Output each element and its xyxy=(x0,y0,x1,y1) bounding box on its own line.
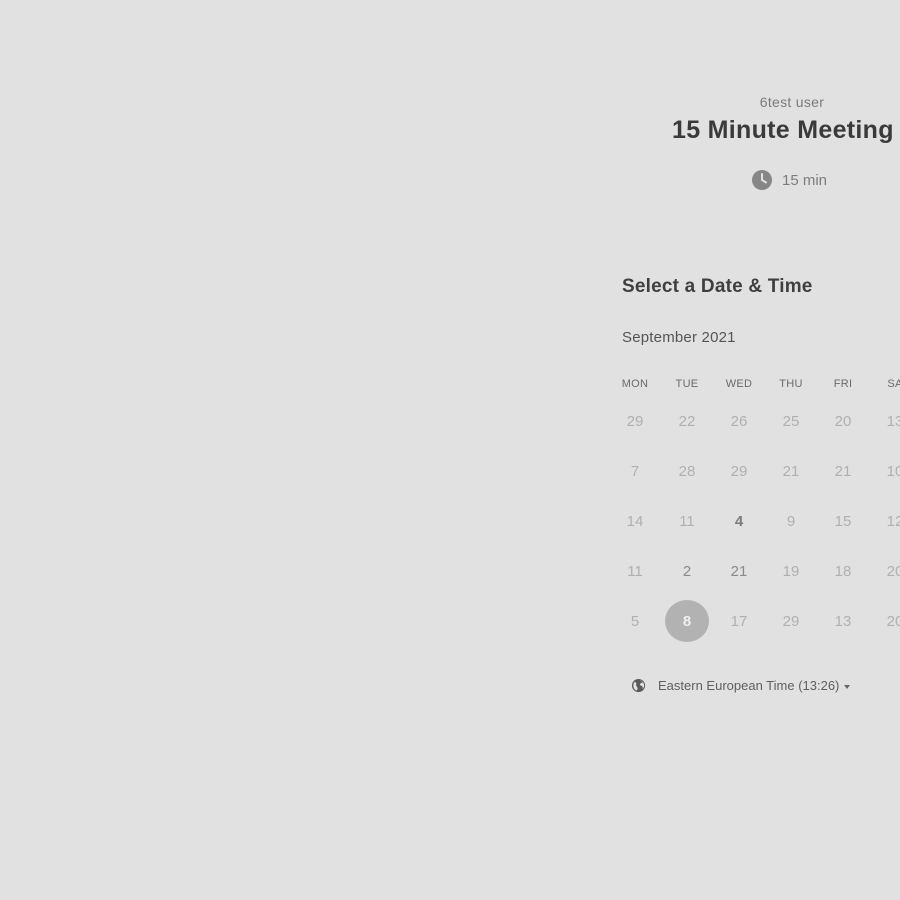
calendar-day-label: 29 xyxy=(626,412,644,430)
calendar-day-label: 14 xyxy=(626,512,644,530)
calendar-day: 21 xyxy=(765,446,817,496)
calendar-day-label: 29 xyxy=(730,462,748,480)
calendar-day-label: 25 xyxy=(782,412,800,430)
calendar-day: 22 xyxy=(661,396,713,446)
weekday-label: THU xyxy=(779,378,803,390)
calendar-week-row: 29 22 26 25 20 13 xyxy=(609,396,900,446)
globe-icon xyxy=(631,678,646,693)
calendar-day-label: 12 xyxy=(886,512,900,530)
calendar-day: 20 xyxy=(869,596,900,646)
weekday-label: TUE xyxy=(675,378,699,390)
calendar-day-label: 4 xyxy=(734,512,744,530)
calendar-day-label: 21 xyxy=(782,462,800,480)
calendar-day: 20 xyxy=(869,546,900,596)
calendar-day-label: 2 xyxy=(682,562,692,580)
calendar-day: 10 xyxy=(869,446,900,496)
calendar-day-label: 26 xyxy=(730,412,748,430)
event-duration: 15 min xyxy=(752,170,827,190)
calendar-day-label: 9 xyxy=(786,512,796,530)
weekday-label: MON xyxy=(621,378,649,390)
calendar-day: 29 xyxy=(713,446,765,496)
calendar-week-row: 11 2 21 19 18 20 xyxy=(609,546,900,596)
calendar-day: 20 xyxy=(817,396,869,446)
calendar-day-selected[interactable]: 8 xyxy=(661,596,713,646)
calendar-day: 28 xyxy=(661,446,713,496)
calendar-day-label: 5 xyxy=(630,612,640,630)
clock-icon xyxy=(752,170,772,190)
calendar-day-label: 19 xyxy=(782,562,800,580)
calendar-day: 5 xyxy=(609,596,661,646)
calendar-day: 21 xyxy=(817,446,869,496)
calendar-day: 15 xyxy=(817,496,869,546)
calendar-day[interactable]: 2 xyxy=(661,546,713,596)
calendar-day: 17 xyxy=(713,596,765,646)
calendar-day-label: 15 xyxy=(834,512,852,530)
calendar-day-label: 11 xyxy=(627,562,643,580)
host-name: 6test user xyxy=(759,94,825,110)
calendar-day: 14 xyxy=(609,496,661,546)
weekday-label: FRI xyxy=(833,378,853,390)
weekday-label: SA xyxy=(887,378,900,390)
calendar-day[interactable]: 21 xyxy=(713,546,765,596)
calendar-day: 29 xyxy=(609,396,661,446)
calendar-day: 25 xyxy=(765,396,817,446)
caret-down-icon xyxy=(844,684,851,689)
weekday-header: MON TUE WED THU FRI SA xyxy=(609,378,900,390)
calendar-day-label: 21 xyxy=(730,562,748,580)
calendar-day: 7 xyxy=(609,446,661,496)
calendar-grid: 29 22 26 25 20 13 7 28 29 21 21 10 14 11 4 9 15 12 11 2 21 19… xyxy=(609,396,900,646)
calendar-day-label: 11 xyxy=(679,512,695,530)
calendar-day-label: 13 xyxy=(834,612,852,630)
calendar-day: 9 xyxy=(765,496,817,546)
section-title: Select a Date & Time xyxy=(622,276,813,297)
calendar-day: 13 xyxy=(817,596,869,646)
calendar-week-row: 14 11 4 9 15 12 xyxy=(609,496,900,546)
scheduling-page: 6test user 15 Minute Meeting 15 min Sele… xyxy=(0,0,900,900)
calendar-day-label: 21 xyxy=(834,462,852,480)
calendar-day-label: 20 xyxy=(834,412,852,430)
duration-label: 15 min xyxy=(782,171,828,189)
calendar-day-label: 28 xyxy=(678,462,696,480)
timezone-selector[interactable]: Eastern European Time (13:26) xyxy=(631,678,851,693)
calendar-day-label: 29 xyxy=(782,612,800,630)
month-label: September 2021 xyxy=(622,329,736,346)
weekday-label: WED xyxy=(725,378,753,390)
calendar-day[interactable]: 4 xyxy=(713,496,765,546)
calendar-day-label: 18 xyxy=(834,562,852,580)
calendar-day: 11 xyxy=(661,496,713,546)
calendar-day-label: 20 xyxy=(886,612,900,630)
calendar-day: 26 xyxy=(713,396,765,446)
calendar-day-label: 22 xyxy=(678,412,696,430)
calendar-day: 29 xyxy=(765,596,817,646)
calendar-day: 13 xyxy=(869,396,900,446)
calendar-day: 19 xyxy=(765,546,817,596)
calendar-day-label: 10 xyxy=(886,462,900,480)
calendar-day-label: 13 xyxy=(886,412,900,430)
calendar-day: 12 xyxy=(869,496,900,546)
calendar-day: 11 xyxy=(609,546,661,596)
calendar-day-label: 17 xyxy=(730,612,748,630)
calendar-week-row: 7 28 29 21 21 10 xyxy=(609,446,900,496)
calendar-day: 18 xyxy=(817,546,869,596)
timezone-label: Eastern European Time (13:26) xyxy=(658,678,840,693)
calendar-week-row: 5 8 17 29 13 20 xyxy=(609,596,900,646)
calendar-day-label: 7 xyxy=(630,462,640,480)
calendar-day-label: 20 xyxy=(886,562,900,580)
event-title: 15 Minute Meeting xyxy=(672,116,894,144)
calendar-day-label: 8 xyxy=(665,600,709,642)
